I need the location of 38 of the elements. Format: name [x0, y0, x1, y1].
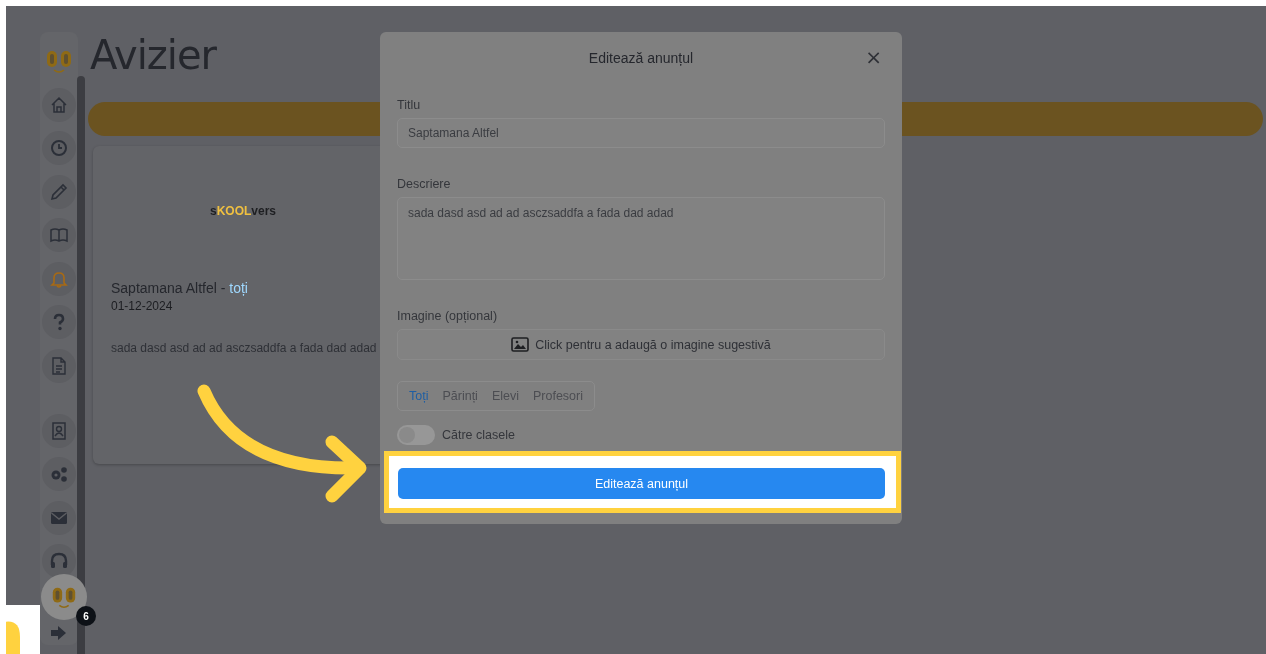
envelope-nav-button[interactable]: [42, 500, 76, 535]
pencil-nav-button[interactable]: [42, 174, 76, 209]
clock-nav-button[interactable]: [42, 131, 76, 165]
field-label: Imagine (opțional): [397, 309, 499, 323]
close-button[interactable]: ×: [861, 46, 886, 68]
title-input[interactable]: Saptamana Altfel: [397, 118, 885, 148]
clock-icon: [49, 138, 69, 158]
contact-card-nav-button[interactable]: [42, 413, 76, 448]
document-nav-button[interactable]: [42, 348, 76, 383]
image-icon: [511, 337, 530, 352]
description-textarea[interactable]: sada dasd asd ad ad asczsaddfa a fada dad adad: [397, 197, 885, 280]
book-icon: [49, 225, 69, 245]
corner-widget-drawing: [6, 605, 40, 654]
field-label: Descriere: [397, 177, 452, 191]
brand-logo: sKOOLvers: [209, 204, 277, 218]
headphones-nav-button[interactable]: [42, 544, 76, 578]
book-nav-button[interactable]: [42, 218, 76, 252]
notice-title: Saptamana Altfel - toți: [111, 280, 249, 296]
home-nav-button[interactable]: [42, 87, 76, 122]
pencil-icon: [49, 181, 69, 202]
toggle-label: Către clasele: [442, 428, 515, 442]
submit-button[interactable]: Editează anunțul: [398, 468, 885, 499]
headphones-icon: [49, 551, 69, 571]
question-nav-button[interactable]: [42, 305, 76, 339]
field-label: Titlu: [397, 98, 422, 112]
document-icon: [49, 355, 69, 376]
page-title: Avizier: [90, 33, 216, 77]
contact-card-icon: [49, 420, 69, 441]
scrollbar[interactable]: [77, 76, 85, 654]
home-icon: [49, 94, 69, 115]
modal-title: Editează anunțul: [588, 50, 694, 66]
notice-date: 01-12-2024: [111, 299, 174, 313]
gears-icon: [49, 464, 69, 484]
audience-tab[interactable]: Toți: [402, 385, 436, 407]
notification-badge: 6: [76, 606, 96, 626]
gears-nav-button[interactable]: [42, 457, 76, 491]
image-upload-button[interactable]: Click pentru a adaugă o imagine sugestivă: [397, 329, 885, 360]
bell-nav-button[interactable]: [42, 261, 76, 296]
